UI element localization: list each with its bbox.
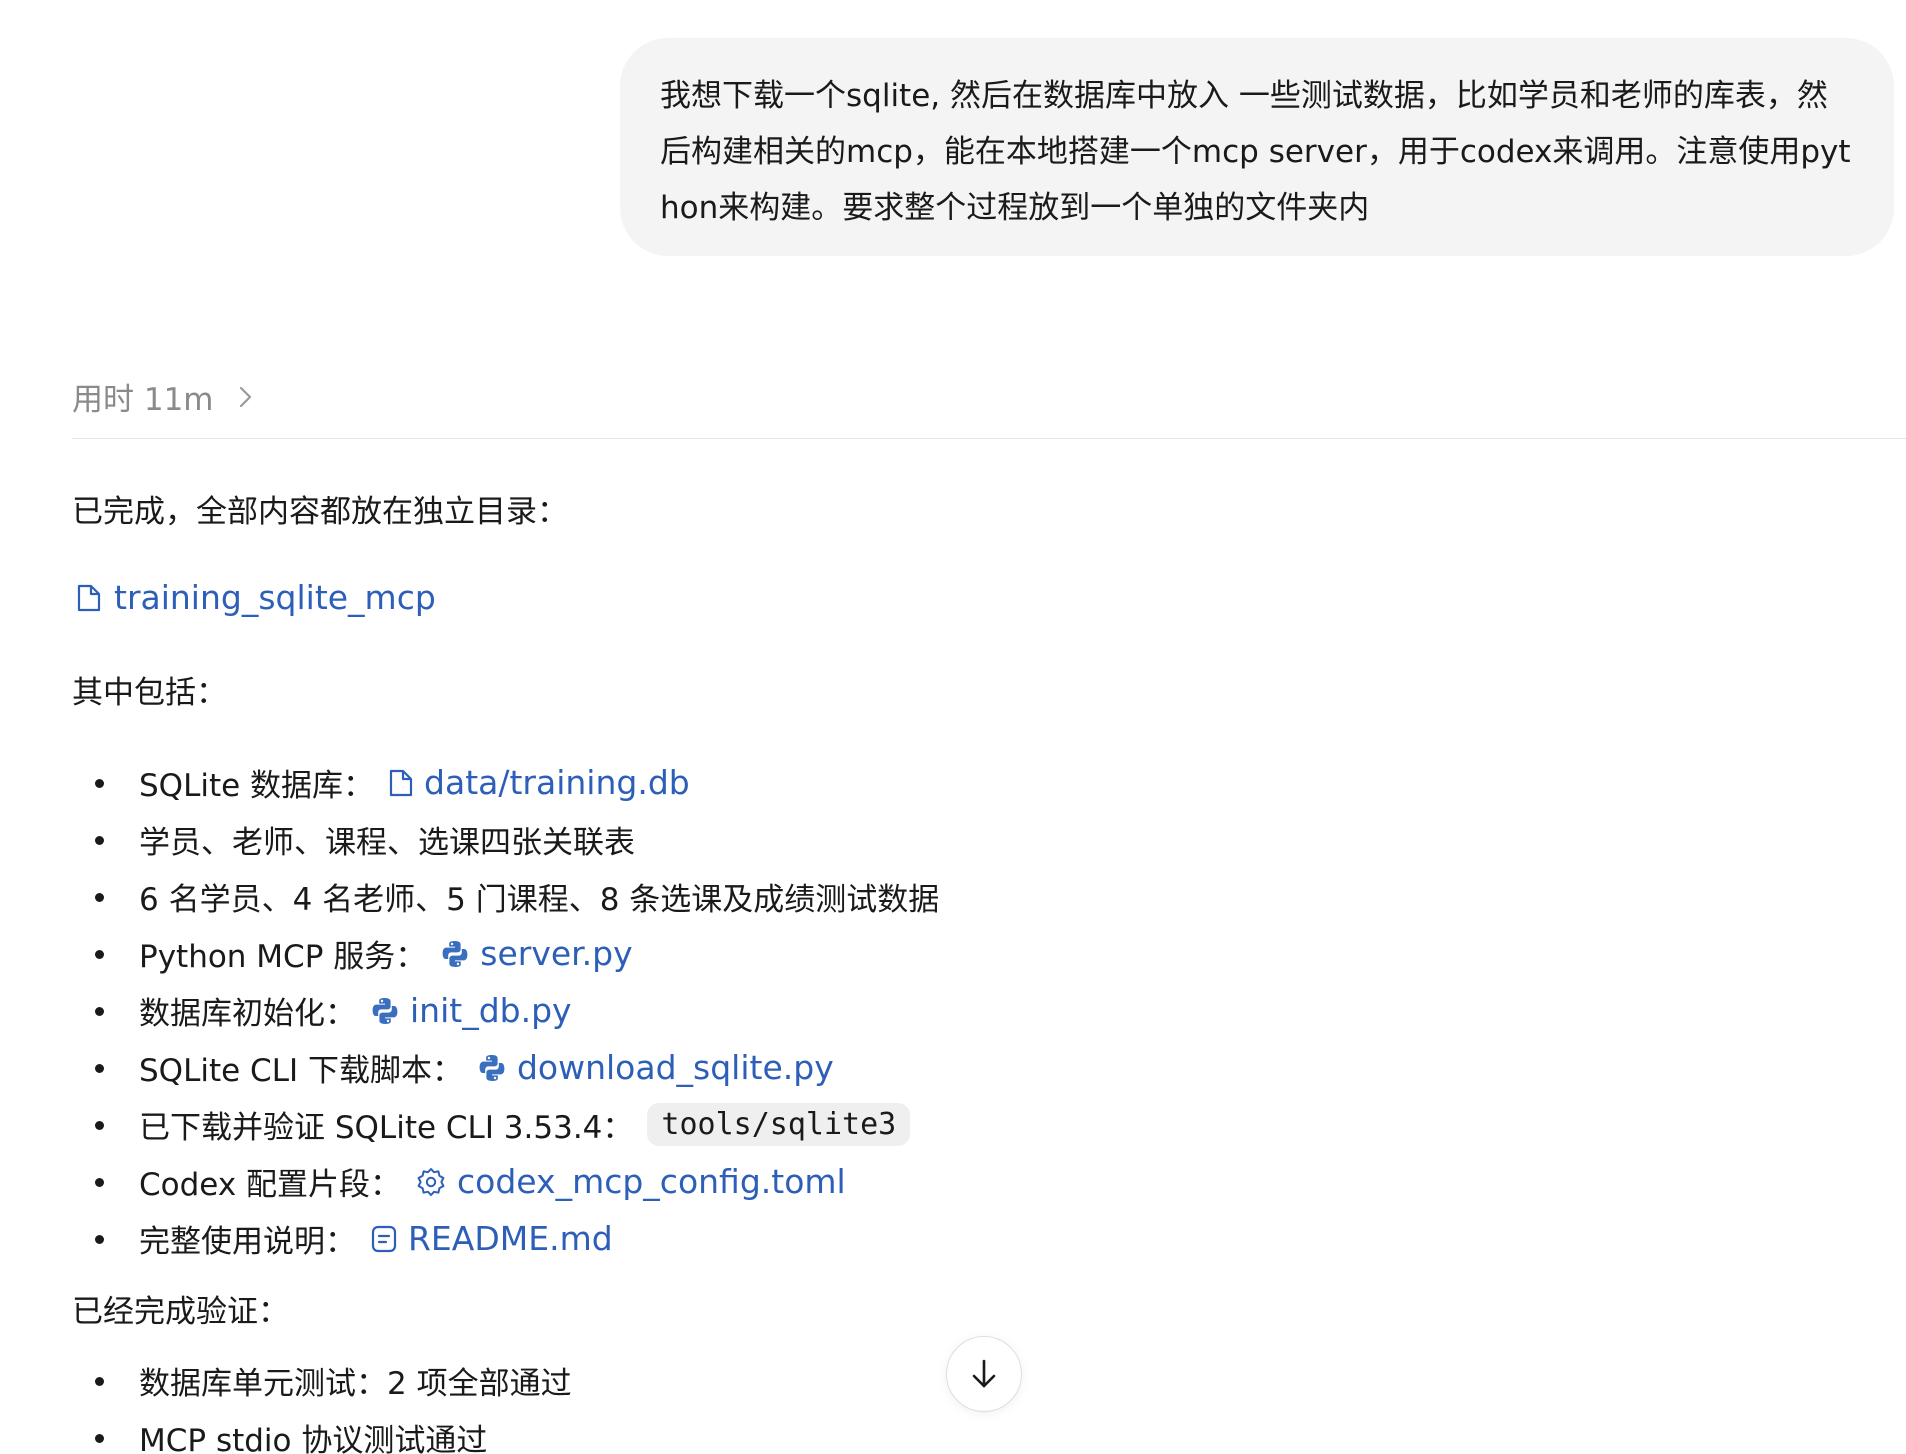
document-icon bbox=[371, 1225, 397, 1252]
answer-intro: 已完成，全部内容都放在独立目录： bbox=[72, 494, 568, 530]
python-icon bbox=[372, 997, 398, 1024]
duration-toggle[interactable]: 用时 11m bbox=[72, 374, 258, 419]
user-message-text: 我想下载一个sqlite, 然后在数据库中放入 一些测试数据，比如学员和老师的库… bbox=[660, 78, 1851, 226]
download-sqlite-py-link-label: download_sqlite.py bbox=[516, 1048, 834, 1087]
init-db-py-link-label: init_db.py bbox=[410, 991, 572, 1030]
divider bbox=[72, 438, 1906, 439]
list-item-text: SQLite CLI 下载脚本： bbox=[139, 1053, 463, 1089]
list-item-text: Python MCP 服务： bbox=[139, 939, 427, 975]
user-message-bubble: 我想下载一个sqlite, 然后在数据库中放入 一些测试数据，比如学员和老师的库… bbox=[620, 38, 1894, 256]
bullet bbox=[95, 1377, 104, 1386]
db-file-link-label: data/training.db bbox=[424, 763, 690, 802]
verified-heading: 已经完成验证： bbox=[72, 1294, 289, 1330]
folder-link-label: training_sqlite_mcp bbox=[114, 578, 436, 617]
list-item-text: SQLite 数据库： bbox=[139, 768, 375, 804]
readme-link[interactable]: README.md bbox=[370, 1219, 613, 1258]
bullet bbox=[95, 1064, 104, 1073]
python-icon bbox=[479, 1054, 505, 1081]
bullet bbox=[95, 893, 104, 902]
bullet bbox=[95, 779, 104, 788]
list-item-text: 6 名学员、4 名老师、5 门课程、8 条选课及成绩测试数据 bbox=[139, 882, 940, 918]
bullet bbox=[95, 836, 104, 845]
gear-icon bbox=[417, 1167, 445, 1196]
file-icon bbox=[77, 584, 101, 611]
list-item-text: 数据库初始化： bbox=[139, 996, 356, 1032]
readme-link-label: README.md bbox=[408, 1219, 613, 1258]
codex-config-link[interactable]: codex_mcp_config.toml bbox=[415, 1162, 846, 1201]
scroll-to-bottom-button[interactable] bbox=[946, 1336, 1022, 1412]
bullet bbox=[95, 1007, 104, 1016]
bullet bbox=[95, 1235, 104, 1244]
folder-link[interactable]: training_sqlite_mcp bbox=[76, 578, 436, 617]
download-sqlite-py-link[interactable]: download_sqlite.py bbox=[477, 1048, 834, 1087]
bullet bbox=[95, 1178, 104, 1187]
server-py-link-label: server.py bbox=[480, 934, 633, 973]
duration-label: 用时 11m bbox=[72, 382, 214, 418]
list-item-text: 学员、老师、课程、选课四张关联表 bbox=[139, 825, 635, 861]
arrow-down-icon bbox=[972, 1359, 996, 1388]
bullet bbox=[95, 950, 104, 959]
list-item-text: 完整使用说明： bbox=[139, 1224, 356, 1260]
list-item-text: MCP stdio 协议测试通过 bbox=[139, 1423, 488, 1454]
server-py-link[interactable]: server.py bbox=[440, 934, 633, 973]
list-item-text: 已下载并验证 SQLite CLI 3.53.4： bbox=[139, 1110, 634, 1146]
python-icon bbox=[442, 940, 468, 967]
list-item-text: 数据库单元测试：2 项全部通过 bbox=[139, 1366, 572, 1402]
init-db-py-link[interactable]: init_db.py bbox=[370, 991, 572, 1030]
chevron-right-icon bbox=[239, 386, 251, 407]
file-icon bbox=[389, 769, 413, 796]
includes-heading: 其中包括： bbox=[72, 675, 227, 711]
db-file-link[interactable]: data/training.db bbox=[388, 763, 690, 802]
bullet bbox=[95, 1121, 104, 1130]
inline-code-sqlite-path: tools/sqlite3 bbox=[647, 1103, 911, 1146]
list-item-text: Codex 配置片段： bbox=[139, 1167, 402, 1203]
bullet bbox=[95, 1434, 104, 1443]
codex-config-link-label: codex_mcp_config.toml bbox=[457, 1162, 846, 1201]
